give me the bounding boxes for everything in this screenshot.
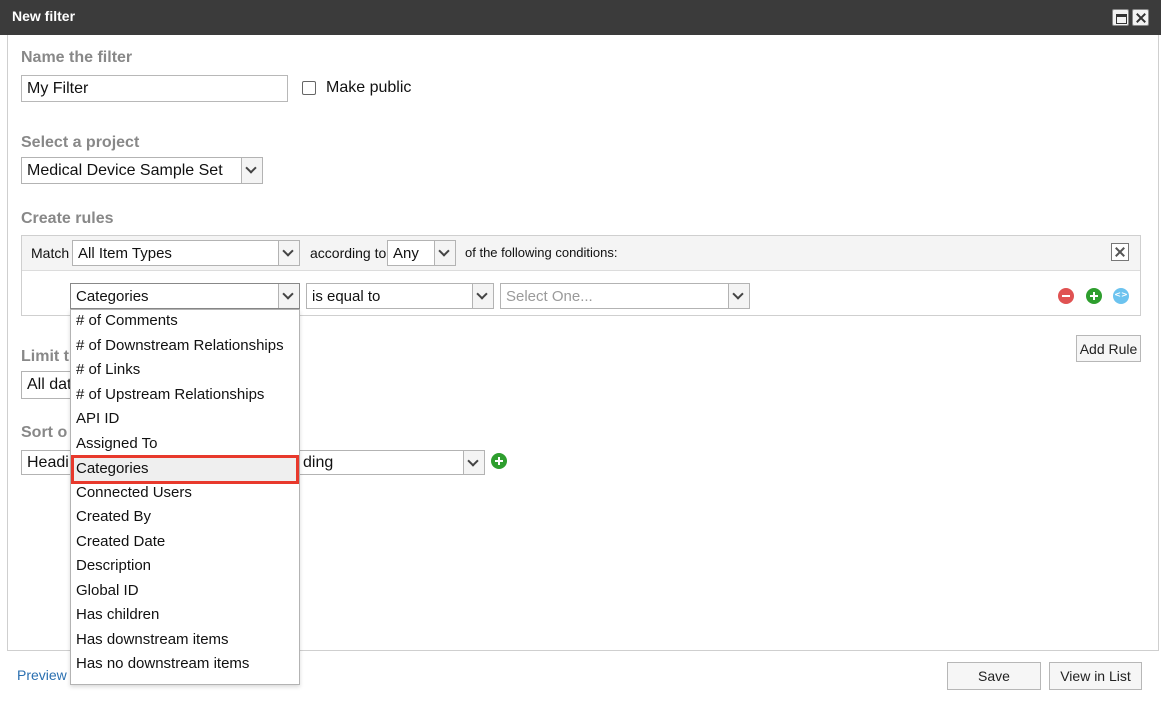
rule-value-placeholder: Select One...	[506, 288, 593, 305]
chevron-down-icon	[434, 241, 455, 265]
close-icon[interactable]	[1132, 9, 1149, 26]
select-project-heading: Select a project	[21, 134, 140, 151]
add-condition-icon[interactable]	[1086, 288, 1102, 304]
project-select-value: Medical Device Sample Set	[27, 162, 223, 179]
match-mode-value: Any	[393, 245, 419, 262]
dropdown-option[interactable]: Has children	[71, 604, 299, 629]
dropdown-option[interactable]: # of Upstream Relationships	[71, 384, 299, 409]
dropdown-option-selected[interactable]: Categories	[71, 455, 299, 484]
item-type-select[interactable]: All Item Types	[72, 240, 300, 266]
name-filter-heading: Name the filter	[21, 49, 133, 66]
match-label: Match	[31, 245, 70, 261]
dropdown-option[interactable]: Description	[71, 555, 299, 580]
create-rules-heading: Create rules	[21, 210, 114, 227]
chevron-down-icon	[278, 284, 299, 308]
dropdown-option[interactable]: Global ID	[71, 580, 299, 605]
rule-field-select[interactable]: Categories	[70, 283, 300, 309]
dropdown-option[interactable]: Created By	[71, 506, 299, 531]
rule-operator-value: is equal to	[312, 288, 381, 305]
match-mode-select[interactable]: Any	[387, 240, 456, 266]
dropdown-option[interactable]: Has no downstream items	[71, 653, 299, 678]
field-dropdown-list: # of Comments # of Downstream Relationsh…	[70, 309, 300, 685]
chevron-down-icon	[728, 284, 749, 308]
make-public-label: Make public	[326, 79, 412, 96]
rule-value-select[interactable]: Select One...	[500, 283, 750, 309]
dialog-title: New filter	[12, 8, 76, 24]
project-select[interactable]: Medical Device Sample Set	[21, 157, 263, 184]
chevron-down-icon	[472, 284, 493, 308]
rule-operator-select[interactable]: is equal to	[306, 283, 494, 309]
remove-condition-icon[interactable]	[1058, 288, 1074, 304]
item-type-value: All Item Types	[78, 245, 172, 262]
preview-link[interactable]: Preview	[17, 667, 67, 683]
rule-field-value: Categories	[76, 288, 149, 305]
dropdown-option[interactable]: # of Comments	[71, 310, 299, 335]
dropdown-option[interactable]: API ID	[71, 408, 299, 433]
sort-field-value: Headi	[27, 454, 69, 471]
maximize-icon[interactable]	[1112, 9, 1129, 26]
chevron-down-icon	[241, 158, 262, 183]
chevron-down-icon	[278, 241, 299, 265]
dropdown-option[interactable]: # of Downstream Relationships	[71, 335, 299, 360]
add-rule-button[interactable]: Add Rule	[1076, 335, 1141, 362]
according-to-label: according to	[310, 245, 387, 261]
sort-direction-select[interactable]: ding	[290, 450, 485, 475]
dropdown-option[interactable]: Created Date	[71, 531, 299, 556]
dropdown-option[interactable]: Connected Users	[71, 482, 299, 507]
dropdown-option[interactable]: Has downstream items	[71, 629, 299, 654]
make-public-checkbox[interactable]	[302, 81, 316, 95]
dropdown-option[interactable]: Assigned To	[71, 433, 299, 458]
filter-name-input[interactable]: My Filter	[21, 75, 288, 102]
chevron-down-icon	[463, 451, 484, 474]
dialog-title-bar: New filter	[0, 0, 1161, 35]
sort-heading: Sort o	[21, 424, 68, 441]
dropdown-option[interactable]: # of Links	[71, 359, 299, 384]
limit-select-value: All dat	[27, 376, 72, 393]
limit-heading: Limit t	[21, 348, 69, 365]
remove-rule-group-icon[interactable]	[1111, 243, 1129, 261]
sort-direction-value: ding	[303, 454, 334, 471]
view-in-list-button[interactable]: View in List	[1049, 662, 1142, 690]
save-button[interactable]: Save	[947, 662, 1041, 690]
add-sort-icon[interactable]	[491, 453, 507, 469]
conditions-label: of the following conditions:	[465, 245, 618, 260]
nest-condition-icon[interactable]	[1113, 288, 1129, 304]
